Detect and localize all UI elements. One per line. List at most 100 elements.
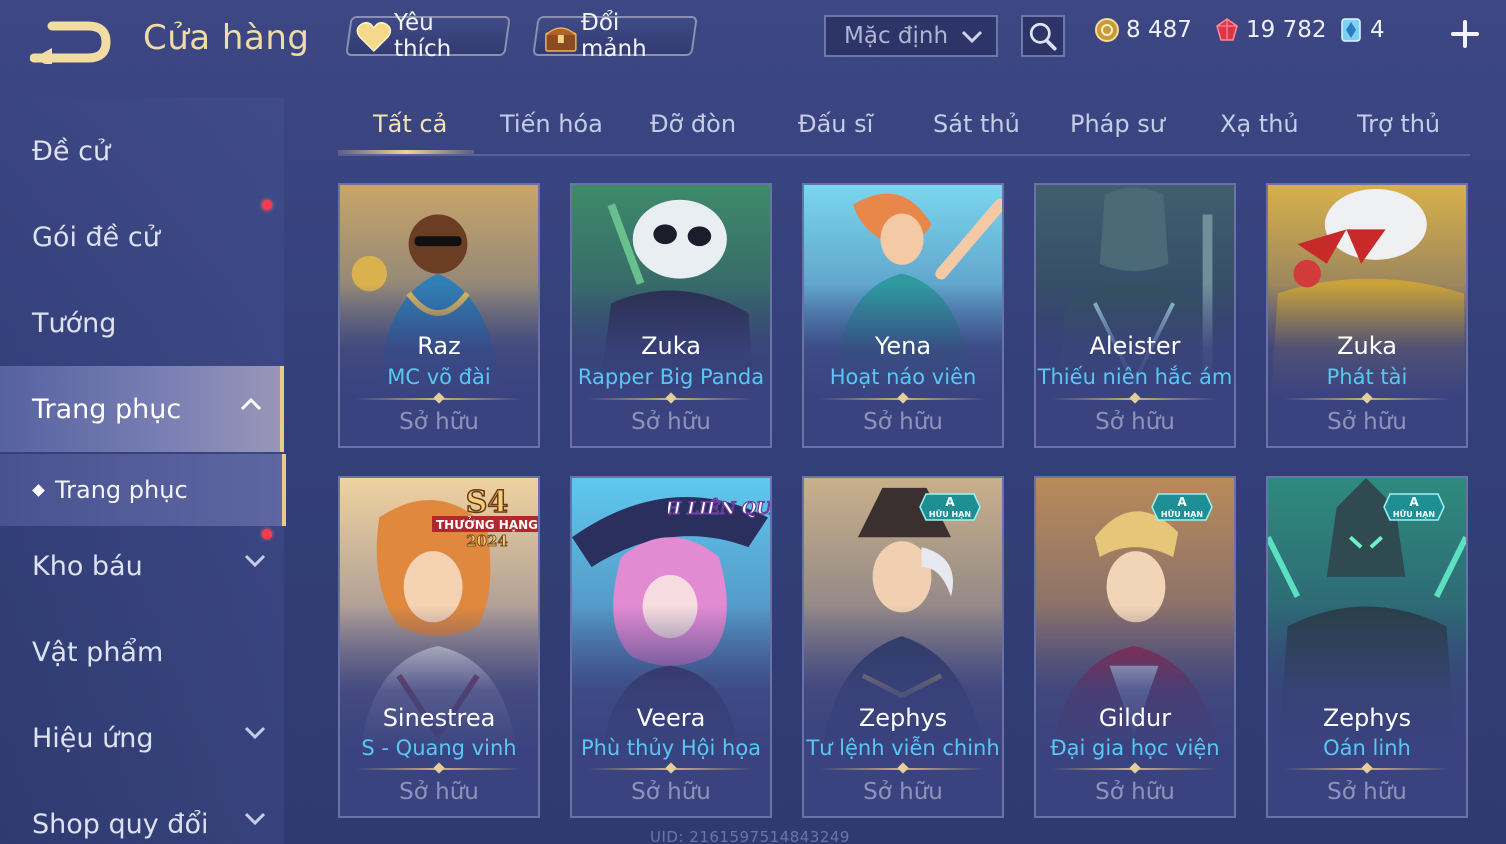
sort-dropdown[interactable]: Mặc định [824, 15, 998, 57]
sidebar: Đề cử Gói đề cử Tướng Trang phục Trang p… [0, 98, 286, 844]
owned-status: Sở hữu [1327, 409, 1407, 435]
chevron-down-icon [244, 812, 266, 826]
sidebar-item-label: Hiệu ứng [32, 722, 154, 754]
hero-name: Gildur [1098, 704, 1172, 732]
gold-value: 8 487 [1126, 17, 1192, 43]
tab-assassin[interactable]: Sát thủ [933, 110, 1020, 138]
skin-name: Đại gia học viện [1050, 736, 1220, 760]
card-divider [1052, 768, 1218, 770]
sidebar-item-effects[interactable]: Hiệu ứng [0, 695, 284, 781]
add-currency-icon[interactable] [1447, 16, 1483, 52]
sidebar-item-skins[interactable]: Trang phục [0, 366, 284, 452]
limited-badge-label: HỮU HẠN [1393, 508, 1435, 519]
owned-status: Sở hữu [631, 409, 711, 435]
gold-coin-icon [1095, 18, 1119, 42]
sidebar-item-heroes[interactable]: Tướng [0, 280, 284, 366]
active-tab-indicator [338, 150, 474, 154]
hero-name: Zephys [1322, 704, 1412, 732]
skin-name: Phù thủy Hội họa [580, 736, 762, 760]
hero-name: Zuka [1337, 332, 1397, 360]
owned-status: Sở hữu [631, 779, 711, 805]
skin-card-sinestrea[interactable]: S4 THƯỞNG HẠNG 2024 Sinestrea S - Quang … [338, 476, 540, 818]
sidebar-item-label: Đề cử [32, 135, 111, 167]
chevron-up-icon [240, 397, 262, 411]
chevron-down-icon [244, 554, 266, 568]
sidebar-item-exchange-shop[interactable]: Shop quy đổi [0, 781, 284, 844]
crystal-balance: 4 [1338, 17, 1385, 43]
anniversary-logo-text: 8TH LIÊN QUÂN [668, 498, 772, 519]
bullet-icon [32, 483, 45, 497]
hero-name: Veera [636, 704, 706, 732]
skin-name: Hoạt náo viên [829, 365, 977, 389]
card-divider [1052, 398, 1218, 400]
crystal-card-icon [1341, 18, 1361, 42]
skin-name: MC võ đài [387, 365, 491, 389]
skin-card-zephys-wraith[interactable]: A HỮU HẠN Zephys Oán linh Sở hữu [1266, 476, 1468, 818]
skin-card-gildur[interactable]: A HỮU HẠN Gildur Đại gia học viện Sở hữu [1034, 476, 1236, 818]
sidebar-item-label: Tướng [32, 307, 117, 339]
limited-badge-grade: A [1177, 495, 1187, 509]
badge-s4-line1: THƯỞNG HẠNG [436, 516, 538, 532]
gold-balance: 8 487 [1094, 17, 1192, 43]
favorites-button[interactable]: Yêu thích [345, 10, 511, 62]
trade-shards-button[interactable]: Đổi mảnh [532, 10, 698, 62]
sidebar-item-label: Vật phẩm [32, 636, 164, 668]
tab-marksman[interactable]: Xạ thủ [1220, 110, 1299, 138]
tab-fighter[interactable]: Đấu sĩ [798, 110, 873, 138]
card-divider [588, 398, 754, 400]
skin-name: Oán linh [1323, 736, 1411, 760]
owned-status: Sở hữu [1327, 779, 1407, 805]
rank-reward-badge: S4 THƯỞNG HẠNG 2024 [432, 484, 538, 548]
sidebar-item-treasure[interactable]: Kho báu [0, 523, 284, 609]
limited-badge-grade: A [945, 495, 955, 509]
anniversary-logo: 8TH LIÊN QUÂN [668, 497, 772, 519]
hero-name: Aleister [1089, 332, 1181, 360]
card-divider [356, 398, 522, 400]
hero-name: Raz [417, 332, 461, 360]
limited-badge-grade: A [1409, 495, 1419, 509]
skin-name: S - Quang vinh [361, 736, 517, 760]
notification-dot [262, 529, 272, 539]
favorites-label: Yêu thích [394, 10, 452, 62]
owned-status: Sở hữu [1095, 779, 1175, 805]
skin-card-zuka-fortune[interactable]: Zuka Phát tài Sở hữu [1266, 183, 1468, 448]
ruby-value: 19 782 [1246, 17, 1327, 43]
tab-all[interactable]: Tất cả [373, 110, 447, 138]
skin-card-zephys-commander[interactable]: A HỮU HẠN Zephys Tư lệnh viễn chinh Sở h… [802, 476, 1004, 818]
card-divider [820, 768, 986, 770]
card-divider [820, 398, 986, 400]
owned-status: Sở hữu [863, 409, 943, 435]
ruby-icon [1216, 18, 1238, 41]
limited-badge: A HỮU HẠN [919, 493, 981, 521]
limited-badge: A HỮU HẠN [1383, 493, 1445, 521]
tab-evolution[interactable]: Tiến hóa [500, 110, 603, 138]
hero-name: Yena [874, 332, 932, 360]
badge-s4-year: 2024 [466, 532, 508, 548]
skin-card-yena[interactable]: Yena Hoạt náo viên Sở hữu [802, 183, 1004, 448]
sidebar-item-bundles[interactable]: Gói đề cử [0, 194, 284, 280]
sidebar-item-label: Gói đề cử [32, 221, 160, 253]
tab-mage[interactable]: Pháp sư [1070, 110, 1165, 138]
sidebar-item-items[interactable]: Vật phẩm [0, 609, 284, 695]
sort-value: Mặc định [844, 23, 949, 49]
owned-status: Sở hữu [863, 779, 943, 805]
ruby-balance: 19 782 [1214, 17, 1326, 43]
hero-name: Zephys [858, 704, 948, 732]
skin-card-veera[interactable]: 8TH LIÊN QUÂN Veera Phù thủy Hội họa Sở … [570, 476, 772, 818]
skin-card-aleister[interactable]: Aleister Thiếu niên hắc ám Sở hữu [1034, 183, 1236, 448]
search-icon[interactable] [1021, 15, 1065, 57]
sidebar-item-recommended[interactable]: Đề cử [0, 108, 284, 194]
role-tabs: Tất cả Tiến hóa Đỡ đòn Đấu sĩ Sát thủ Ph… [338, 100, 1470, 156]
tab-tank[interactable]: Đỡ đòn [650, 110, 736, 138]
chevron-down-icon [244, 726, 266, 740]
skin-name: Rapper Big Panda [577, 365, 765, 389]
card-divider [1284, 398, 1450, 400]
skin-card-zuka-rapper[interactable]: Zuka Rapper Big Panda Sở hữu [570, 183, 772, 448]
skin-card-raz[interactable]: Raz MC võ đài Sở hữu [338, 183, 540, 448]
hero-name: Sinestrea [382, 704, 496, 732]
sidebar-item-label: Trang phục [32, 393, 182, 425]
back-arrow-icon[interactable] [30, 18, 112, 64]
owned-status: Sở hữu [399, 779, 479, 805]
tab-support[interactable]: Trợ thủ [1357, 110, 1440, 138]
sidebar-subitem-skins[interactable]: Trang phục [0, 454, 286, 526]
